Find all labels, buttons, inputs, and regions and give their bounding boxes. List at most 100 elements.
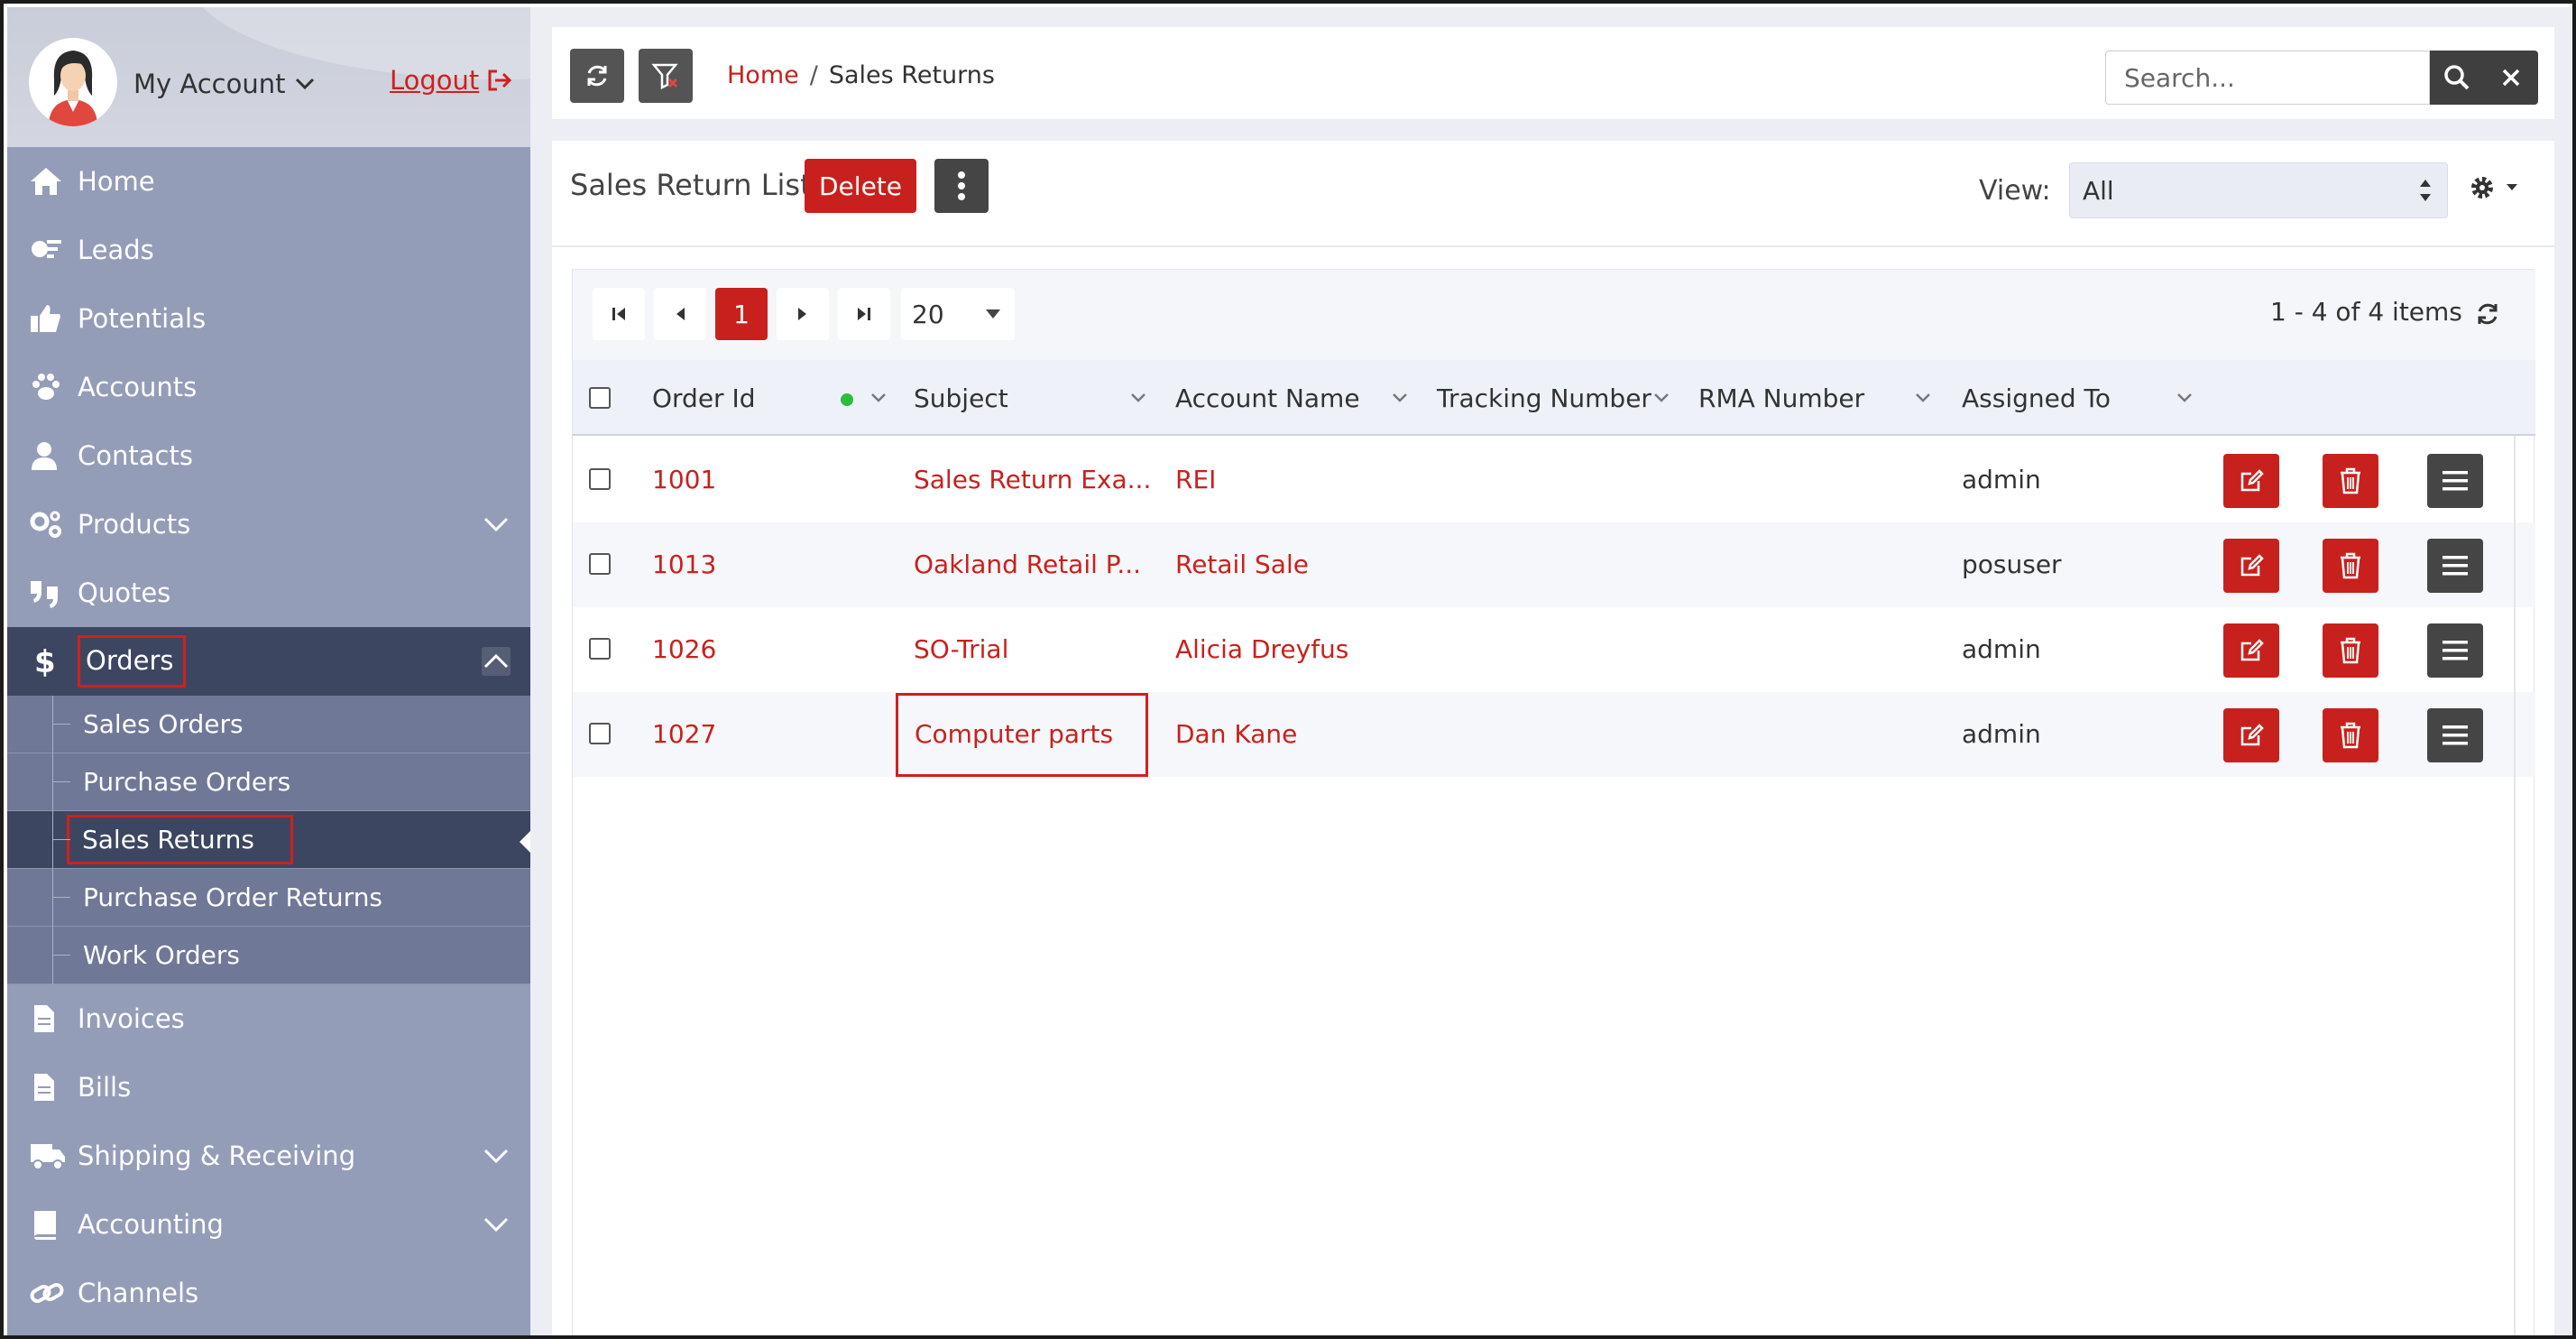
subitem-label: Purchase Order Returns (83, 882, 383, 912)
chevron-down-icon[interactable] (1915, 392, 1931, 403)
sidebar-subitem-sales-returns[interactable]: Sales Returns (7, 811, 530, 869)
gear-icon (2471, 177, 2493, 199)
edit-button[interactable] (2223, 623, 2279, 678)
sidebar-item-invoices[interactable]: Invoices (7, 984, 530, 1053)
breadcrumb-current: Sales Returns (828, 61, 995, 89)
view-select[interactable]: All (2069, 162, 2448, 218)
chevron-down-icon[interactable] (482, 1141, 511, 1170)
select-all-checkbox[interactable] (589, 387, 611, 409)
previous-page-button[interactable] (654, 288, 706, 340)
account-link[interactable]: Retail Sale (1175, 549, 1309, 579)
subject-link[interactable]: Oakland Retail P... (914, 549, 1141, 579)
refresh-icon (587, 65, 607, 87)
column-header-rma-number[interactable]: RMA Number (1698, 383, 1864, 413)
subject-link[interactable]: Computer parts (896, 693, 1149, 777)
row-menu-button[interactable] (2427, 539, 2483, 593)
page-number-button[interactable]: 1 (715, 288, 768, 340)
chevron-down-icon[interactable] (870, 392, 887, 403)
sidebar-item-shipping-receiving[interactable]: Shipping & Receiving (7, 1122, 530, 1190)
table-row[interactable]: 1026 SO-Trial Alicia Dreyfus admin (573, 607, 2535, 692)
document-icon (29, 1002, 69, 1035)
sidebar-item-bills[interactable]: Bills (7, 1053, 530, 1122)
row-menu-button[interactable] (2427, 623, 2483, 678)
sidebar-item-orders[interactable]: $ Orders (7, 627, 530, 696)
sidebar-subitem-sales-orders[interactable]: Sales Orders (7, 696, 530, 753)
column-settings-button[interactable] (2468, 173, 2518, 202)
column-header-assigned-to[interactable]: Assigned To (1962, 383, 2111, 413)
delete-row-button[interactable] (2323, 708, 2378, 762)
refresh-button[interactable] (570, 49, 624, 103)
more-actions-button[interactable] (934, 159, 989, 213)
avatar[interactable] (29, 38, 117, 126)
table-row[interactable]: 1027 Computer parts Dan Kane admin (573, 692, 2535, 777)
filter-clear-icon (651, 63, 678, 90)
chevron-down-icon[interactable] (482, 1210, 511, 1239)
order-id-link[interactable]: 1013 (652, 549, 716, 579)
subitem-label: Purchase Orders (83, 767, 291, 797)
sidebar-item-leads[interactable]: Leads (7, 216, 530, 284)
order-id-link[interactable]: 1001 (652, 465, 716, 494)
first-page-button[interactable] (593, 288, 645, 340)
column-header-account-name[interactable]: Account Name (1175, 383, 1360, 413)
sidebar-item-contacts[interactable]: Contacts (7, 421, 530, 490)
sidebar-subitem-purchase-orders[interactable]: Purchase Orders (7, 753, 530, 811)
row-checkbox[interactable] (589, 638, 611, 660)
search-input[interactable] (2105, 51, 2430, 105)
chevron-up-icon[interactable] (482, 647, 511, 676)
row-checkbox[interactable] (589, 553, 611, 575)
delete-row-button[interactable] (2323, 623, 2378, 678)
subject-link[interactable]: Sales Return Exa... (914, 465, 1151, 494)
delete-button[interactable]: Delete (805, 159, 916, 213)
pager: 1 20 1 - 4 of 4 items (573, 270, 2535, 360)
table-row[interactable]: 1001 Sales Return Exa... REI admin (573, 438, 2535, 522)
order-id-link[interactable]: 1027 (652, 719, 716, 749)
column-header-order-id[interactable]: Order Id (652, 383, 756, 413)
chevron-down-icon[interactable] (2176, 392, 2193, 403)
account-link[interactable]: Dan Kane (1175, 719, 1297, 749)
edit-button[interactable] (2223, 539, 2279, 593)
sidebar-item-home[interactable]: Home (7, 147, 530, 216)
sidebar-item-products[interactable]: Products (7, 490, 530, 559)
edit-button[interactable] (2223, 708, 2279, 762)
last-page-icon (858, 308, 870, 320)
logout-link[interactable]: Logout (390, 65, 513, 96)
vertical-dots-icon (958, 171, 965, 200)
breadcrumb-home-link[interactable]: Home (727, 61, 799, 89)
page-title: Sales Return List (570, 168, 812, 202)
next-page-button[interactable] (777, 288, 829, 340)
sidebar-item-channels[interactable]: Channels (7, 1259, 530, 1327)
sidebar-subitem-purchase-order-returns[interactable]: Purchase Order Returns (7, 869, 530, 927)
account-link[interactable]: Alicia Dreyfus (1175, 634, 1348, 664)
sidebar-subitem-work-orders[interactable]: Work Orders (7, 927, 530, 984)
sidebar-item-accounts[interactable]: Accounts (7, 353, 530, 421)
chevron-down-icon[interactable] (482, 510, 511, 539)
row-checkbox[interactable] (589, 468, 611, 490)
sidebar-item-label: Channels (78, 1278, 199, 1308)
row-checkbox[interactable] (589, 723, 611, 744)
refresh-icon[interactable] (2474, 300, 2501, 328)
clear-filter-button[interactable] (639, 49, 693, 103)
delete-row-button[interactable] (2323, 454, 2378, 508)
sidebar-item-accounting[interactable]: Accounting (7, 1190, 530, 1259)
last-page-button[interactable] (838, 288, 890, 340)
column-header-subject[interactable]: Subject (914, 383, 1008, 413)
sidebar-item-quotes[interactable]: Quotes (7, 559, 530, 627)
row-menu-button[interactable] (2427, 454, 2483, 508)
chevron-down-icon[interactable] (1130, 392, 1146, 403)
page-size-select[interactable]: 20 (901, 288, 1015, 340)
sidebar-item-potentials[interactable]: Potentials (7, 284, 530, 353)
delete-row-button[interactable] (2323, 539, 2378, 593)
order-id-link[interactable]: 1026 (652, 634, 716, 664)
chevron-down-icon[interactable] (1392, 392, 1408, 403)
search-button[interactable] (2430, 51, 2484, 105)
row-menu-button[interactable] (2427, 708, 2483, 762)
clear-search-button[interactable] (2484, 51, 2538, 105)
scrollbar-track[interactable] (2514, 436, 2516, 1335)
table-row[interactable]: 1013 Oakland Retail P... Retail Sale pos… (573, 522, 2535, 607)
column-header-tracking-number[interactable]: Tracking Number (1437, 383, 1651, 413)
subject-link[interactable]: SO-Trial (914, 634, 1008, 664)
account-link[interactable]: REI (1175, 465, 1216, 494)
edit-button[interactable] (2223, 454, 2279, 508)
chevron-down-icon[interactable] (1653, 392, 1670, 403)
my-account-menu[interactable]: My Account (133, 69, 315, 99)
